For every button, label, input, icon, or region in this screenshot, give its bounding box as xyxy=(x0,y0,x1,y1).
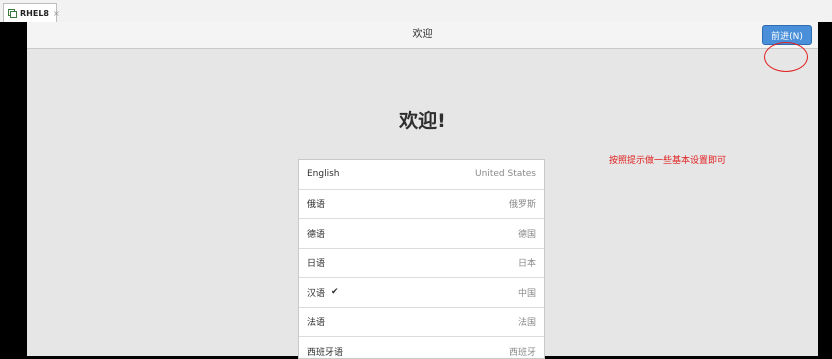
language-list[interactable]: English United States 俄语 俄罗斯 德语 德国 日语 日本… xyxy=(298,159,545,359)
language-name: 俄语 xyxy=(307,200,326,211)
annotation-note: 按照提示做一些基本设置即可 xyxy=(609,156,727,166)
next-button[interactable]: 前进(N) xyxy=(762,25,812,45)
installer-header: 欢迎 前进(N) xyxy=(27,22,818,49)
language-row-selected[interactable]: 汉语 ✔ 中国 xyxy=(299,278,544,308)
tab-rhel8[interactable]: RHEL8 × xyxy=(3,3,60,22)
language-region: 德国 xyxy=(517,229,536,240)
right-border xyxy=(818,22,832,356)
checkmark-icon: ✔ xyxy=(331,287,339,298)
header-title: 欢迎 xyxy=(412,29,433,40)
language-region: United States xyxy=(475,169,536,180)
language-name: 德语 xyxy=(307,229,326,240)
language-row[interactable]: 德语 德国 xyxy=(299,219,544,249)
tab-label: RHEL8 xyxy=(20,8,49,18)
language-name: 日语 xyxy=(307,259,326,270)
language-name: 法语 xyxy=(307,318,326,329)
left-border xyxy=(0,22,27,356)
close-icon[interactable]: × xyxy=(53,9,60,18)
language-region: 法国 xyxy=(517,318,536,329)
language-row[interactable]: 法语 法国 xyxy=(299,308,544,337)
language-region: 俄罗斯 xyxy=(508,200,536,211)
tab-bar: RHEL8 × xyxy=(0,0,832,23)
language-name: English xyxy=(307,169,340,180)
welcome-heading: 欢迎! xyxy=(399,110,446,132)
vm-icon xyxy=(8,8,17,18)
language-row[interactable]: 俄语 俄罗斯 xyxy=(299,190,544,219)
language-region: 日本 xyxy=(517,259,536,270)
language-row[interactable]: English United States xyxy=(299,160,544,190)
language-name: 汉语 xyxy=(307,288,326,299)
vm-screen: 欢迎 前进(N) 欢迎! 按照提示做一些基本设置即可 English Unite… xyxy=(27,22,818,359)
language-region: 中国 xyxy=(517,288,536,299)
language-row[interactable]: 日语 日本 xyxy=(299,249,544,278)
